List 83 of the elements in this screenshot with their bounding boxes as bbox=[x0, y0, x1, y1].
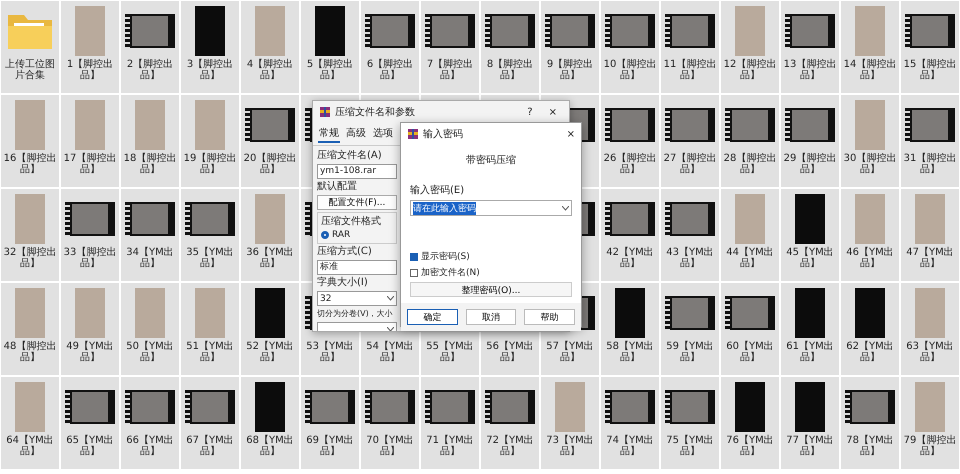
file-name: 59【YM出品】 bbox=[665, 341, 715, 363]
file-name: 51【YM出品】 bbox=[185, 341, 235, 363]
file-name: 27【脚控出品】 bbox=[662, 153, 718, 175]
file-name: 16【脚控出品】 bbox=[2, 153, 58, 175]
file-name: 78【YM出品】 bbox=[845, 435, 895, 457]
file-name: 10【脚控出品】 bbox=[602, 59, 658, 81]
file-name: 1【脚控出品】 bbox=[66, 59, 114, 81]
file-name: 50【YM出品】 bbox=[125, 341, 175, 363]
file-name: 46【YM出品】 bbox=[845, 247, 895, 269]
file-name: 53【YM出品】 bbox=[305, 341, 355, 363]
file-name: 35【YM出品】 bbox=[185, 247, 235, 269]
file-name: 45【YM出品】 bbox=[785, 247, 835, 269]
field-label: 压缩方式(C) bbox=[317, 246, 373, 258]
file-name: 56【YM出品】 bbox=[485, 341, 535, 363]
file-name: 20【脚控出品】 bbox=[242, 153, 298, 175]
radio-label: RAR bbox=[332, 230, 350, 240]
file-name: 9【脚控出品】 bbox=[546, 59, 594, 81]
file-name: 71【YM出品】 bbox=[425, 435, 475, 457]
file-name: 上传工位图片合集 bbox=[4, 59, 56, 81]
file-name: 48【脚控出品】 bbox=[2, 341, 58, 363]
file-name: 14【脚控出品】 bbox=[842, 59, 898, 81]
file-name: 15【脚控出品】 bbox=[902, 59, 958, 81]
file-name: 43【YM出品】 bbox=[665, 247, 715, 269]
file-name: 42【YM出品】 bbox=[605, 247, 655, 269]
group-label: 压缩文件格式 bbox=[321, 216, 382, 228]
field-label: 压缩文件名(A) bbox=[317, 150, 383, 162]
file-name: 58【YM出品】 bbox=[605, 341, 655, 363]
field-label: 切分为分卷(V)，大小 bbox=[317, 308, 394, 320]
file-name: 13【脚控出品】 bbox=[782, 59, 838, 81]
file-name: 32【脚控出品】 bbox=[2, 247, 58, 269]
field-label: 输入密码(E) bbox=[410, 184, 466, 197]
file-name: 49【YM出品】 bbox=[65, 341, 115, 363]
file-name: 79【脚控出品】 bbox=[902, 435, 958, 457]
file-name: 36【YM出品】 bbox=[245, 247, 295, 269]
file-name: 11【脚控出品】 bbox=[662, 59, 718, 81]
file-name: 5【脚控出品】 bbox=[306, 59, 354, 81]
file-name: 26【脚控出品】 bbox=[602, 153, 658, 175]
file-name: 76【YM出品】 bbox=[725, 435, 775, 457]
file-name: 69【YM出品】 bbox=[305, 435, 355, 457]
file-name: 30【脚控出品】 bbox=[842, 153, 898, 175]
file-name: 70【YM出品】 bbox=[365, 435, 415, 457]
file-name: 61【YM出品】 bbox=[785, 341, 835, 363]
file-name: 77【YM出品】 bbox=[785, 435, 835, 457]
checkbox-label: 显示密码(S) bbox=[421, 250, 470, 263]
file-name: 65【YM出品】 bbox=[65, 435, 115, 457]
field-label: 默认配置 bbox=[317, 181, 358, 193]
file-name: 68【YM出品】 bbox=[245, 435, 295, 457]
file-name: 28【脚控出品】 bbox=[722, 153, 778, 175]
file-name: 12【脚控出品】 bbox=[722, 59, 778, 81]
file-name: 8【脚控出品】 bbox=[486, 59, 534, 81]
file-name: 75【YM出品】 bbox=[665, 435, 715, 457]
file-name: 62【YM出品】 bbox=[845, 341, 895, 363]
file-name: 64【YM出品】 bbox=[5, 435, 55, 457]
file-name: 74【YM出品】 bbox=[605, 435, 655, 457]
file-name: 66【YM出品】 bbox=[125, 435, 175, 457]
file-name: 17【脚控出品】 bbox=[62, 153, 118, 175]
file-name: 63【YM出品】 bbox=[905, 341, 955, 363]
file-name: 33【脚控出品】 bbox=[62, 247, 118, 269]
file-name: 3【脚控出品】 bbox=[186, 59, 234, 81]
file-name: 4【脚控出品】 bbox=[246, 59, 294, 81]
file-name: 73【YM出品】 bbox=[545, 435, 595, 457]
file-name: 55【YM出品】 bbox=[425, 341, 475, 363]
file-name: 47【YM出品】 bbox=[905, 247, 955, 269]
file-name: 44【YM出品】 bbox=[725, 247, 775, 269]
file-name: 67【YM出品】 bbox=[185, 435, 235, 457]
window-title: 压缩文件名和参数 bbox=[335, 106, 416, 119]
window-title: 输入密码 bbox=[423, 128, 464, 141]
file-name: 2【脚控出品】 bbox=[126, 59, 174, 81]
file-name: 29【脚控出品】 bbox=[782, 153, 838, 175]
file-name: 19【脚控出品】 bbox=[182, 153, 238, 175]
file-name: 34【YM出品】 bbox=[125, 247, 175, 269]
file-name: 72【YM出品】 bbox=[485, 435, 535, 457]
file-name: 18【脚控出品】 bbox=[122, 153, 178, 175]
file-name: 52【YM出品】 bbox=[245, 341, 295, 363]
file-name: 57【YM出品】 bbox=[545, 341, 595, 363]
checkbox-label: 加密文件名(N) bbox=[421, 266, 480, 279]
field-label: 字典大小(I) bbox=[317, 277, 369, 289]
dialog-subtitle: 带密码压缩 bbox=[466, 154, 516, 167]
file-name: 60【YM出品】 bbox=[725, 341, 775, 363]
file-name: 7【脚控出品】 bbox=[426, 59, 474, 81]
file-name: 31【脚控出品】 bbox=[902, 153, 958, 175]
file-name: 6【脚控出品】 bbox=[366, 59, 414, 81]
file-name: 54【YM出品】 bbox=[365, 341, 415, 363]
